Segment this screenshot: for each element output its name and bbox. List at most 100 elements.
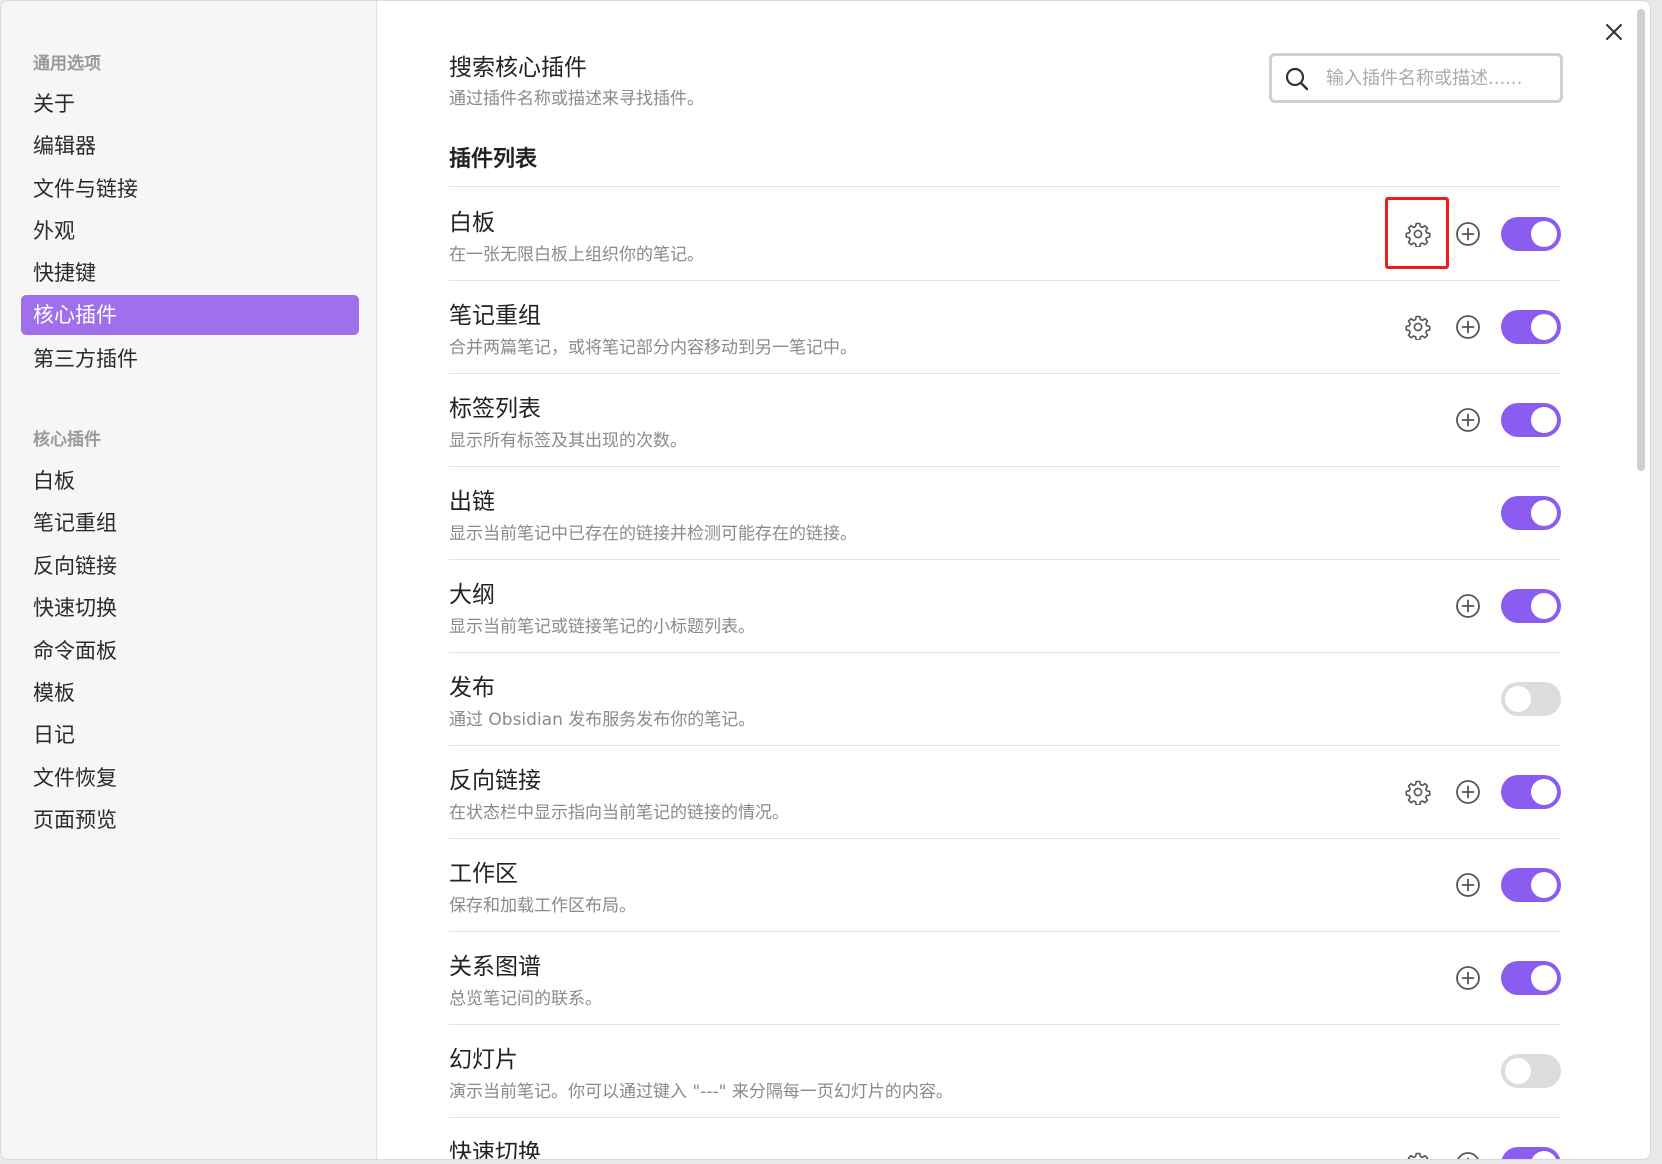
plugin-row: 出链显示当前笔记中已存在的链接并检测可能存在的链接。 <box>449 466 1561 559</box>
plugin-row: 白板在一张无限白板上组织你的笔记。 <box>449 187 1561 280</box>
sidebar-item-quick-switcher[interactable]: 快速切换 <box>21 588 359 628</box>
plugin-name: 幻灯片 <box>449 1047 518 1073</box>
plus-circle-icon <box>1456 315 1480 339</box>
plus-circle-icon <box>1457 1152 1479 1159</box>
plugin-settings-button[interactable] <box>1401 217 1435 251</box>
plugin-name: 关系图谱 <box>449 954 541 980</box>
sidebar-item-templates[interactable]: 模板 <box>21 673 359 713</box>
plugin-settings-button[interactable] <box>1401 775 1435 809</box>
plugin-hotkey-button[interactable] <box>1451 961 1485 995</box>
plugin-name: 大纲 <box>449 582 495 608</box>
plugin-row: 大纲 显示当前笔记或链接笔记的小标题列表。 <box>449 559 1561 652</box>
close-icon <box>1606 24 1622 40</box>
gear-icon <box>1407 1152 1429 1159</box>
plugin-enable-toggle[interactable] <box>1501 589 1561 623</box>
plugin-settings-button[interactable] <box>1401 1147 1435 1159</box>
plugin-enable-toggle[interactable] <box>1501 961 1561 995</box>
plugin-enable-toggle[interactable] <box>1501 403 1561 437</box>
plugin-hotkey-button[interactable] <box>1451 775 1485 809</box>
close-button[interactable] <box>1597 15 1631 49</box>
plugin-hotkey-button[interactable] <box>1451 217 1485 251</box>
search-section-description: 通过插件名称或描述来寻找插件。 <box>449 89 704 109</box>
plugin-hotkey-button[interactable] <box>1451 589 1485 623</box>
plugin-search-box[interactable] <box>1269 53 1563 103</box>
plugin-description: 显示当前笔记中已存在的链接并检测可能存在的链接。 <box>449 524 857 544</box>
settings-modal: 通用选项 关于 编辑器 文件与链接 外观 快捷键 核心插件 第三方插件 核心插件… <box>0 0 1651 1160</box>
sidebar-item-appearance[interactable]: 外观 <box>21 211 359 251</box>
plugin-hotkey-button[interactable] <box>1451 1147 1485 1159</box>
plugin-row: 笔记重组合并两篇笔记，或将笔记部分内容移动到另一笔记中。 <box>449 280 1561 373</box>
plugin-settings-button[interactable] <box>1401 310 1435 344</box>
sidebar-item-editor[interactable]: 编辑器 <box>21 126 359 166</box>
sidebar-item-about[interactable]: 关于 <box>21 84 359 124</box>
gear-icon <box>1405 315 1431 340</box>
sidebar-item-file-recovery[interactable]: 文件恢复 <box>21 758 359 798</box>
sidebar-item-core-plugins[interactable]: 核心插件 <box>21 295 359 335</box>
sidebar-item-hotkeys[interactable]: 快捷键 <box>21 253 359 293</box>
plugin-description: 合并两篇笔记，或将笔记部分内容移动到另一笔记中。 <box>449 338 857 358</box>
plugin-description: 保存和加载工作区布局。 <box>449 896 636 916</box>
plugin-row: 快速切换 <box>449 1117 1561 1160</box>
plugin-name: 反向链接 <box>449 768 541 794</box>
plugin-description: 总览笔记间的联系。 <box>449 989 602 1009</box>
plugin-enable-toggle[interactable] <box>1501 775 1561 809</box>
plugin-enable-toggle[interactable] <box>1501 496 1561 530</box>
plus-circle-icon <box>1456 966 1480 990</box>
plugin-enable-toggle[interactable] <box>1501 1054 1561 1088</box>
sidebar-item-community-plugins[interactable]: 第三方插件 <box>21 339 359 379</box>
plugin-row: 发布通过 Obsidian 发布服务发布你的笔记。 <box>449 652 1561 745</box>
sidebar-item-daily-notes[interactable]: 日记 <box>21 715 359 755</box>
toggle-knob <box>1531 221 1557 247</box>
plugin-name: 出链 <box>449 489 495 515</box>
plugin-row: 标签列表 显示所有标签及其出现的次数。 <box>449 373 1561 466</box>
plugin-name: 发布 <box>449 675 495 701</box>
plugin-row: 关系图谱总览笔记间的联系。 <box>449 931 1561 1024</box>
plugin-description: 演示当前笔记。你可以通过键入 "---" 来分隔每一页幻灯片的内容。 <box>449 1082 953 1102</box>
toggle-knob <box>1531 872 1557 898</box>
toggle-knob <box>1531 1151 1557 1159</box>
plugin-description: 在一张无限白板上组织你的笔记。 <box>449 245 704 265</box>
plus-circle-icon <box>1456 780 1480 804</box>
sidebar-item-page-preview[interactable]: 页面预览 <box>21 800 359 840</box>
plugin-enable-toggle[interactable] <box>1501 217 1561 251</box>
plus-circle-icon <box>1456 408 1480 432</box>
search-section-title: 搜索核心插件 <box>449 55 587 81</box>
plus-circle-icon <box>1456 594 1480 618</box>
plugin-row: 工作区 保存和加载工作区布局。 <box>449 838 1561 931</box>
plugin-description: 在状态栏中显示指向当前笔记的链接的情况。 <box>449 803 789 823</box>
plugin-name: 标签列表 <box>449 396 541 422</box>
plugin-name: 快速切换 <box>449 1140 541 1160</box>
plugin-enable-toggle[interactable] <box>1501 310 1561 344</box>
plugin-enable-toggle[interactable] <box>1501 682 1561 716</box>
sidebar-item-canvas[interactable]: 白板 <box>21 461 359 501</box>
toggle-knob <box>1505 1058 1531 1084</box>
plugin-search-input[interactable] <box>1326 64 1554 92</box>
sidebar-item-note-composer[interactable]: 笔记重组 <box>21 503 359 543</box>
plugin-name: 白板 <box>449 210 495 236</box>
toggle-knob <box>1531 593 1557 619</box>
sidebar-heading-core-plugins: 核心插件 <box>33 430 101 450</box>
plugin-description: 通过 Obsidian 发布服务发布你的笔记。 <box>449 710 756 730</box>
plugin-hotkey-button[interactable] <box>1451 868 1485 902</box>
sidebar-item-files-links[interactable]: 文件与链接 <box>21 169 359 209</box>
sidebar-heading-general: 通用选项 <box>33 54 101 74</box>
plus-circle-icon <box>1456 873 1480 897</box>
settings-sidebar: 通用选项 关于 编辑器 文件与链接 外观 快捷键 核心插件 第三方插件 核心插件… <box>1 1 377 1159</box>
gear-icon <box>1405 222 1431 247</box>
plugin-enable-toggle[interactable] <box>1501 868 1561 902</box>
scrollbar-thumb[interactable] <box>1637 9 1645 471</box>
sidebar-item-backlinks[interactable]: 反向链接 <box>21 546 359 586</box>
plus-circle-icon <box>1456 222 1480 246</box>
search-icon <box>1284 66 1310 96</box>
plugin-enable-toggle[interactable] <box>1501 1147 1561 1159</box>
toggle-knob <box>1531 779 1557 805</box>
plugin-hotkey-button[interactable] <box>1451 403 1485 437</box>
gear-icon <box>1405 780 1431 805</box>
plugin-list-title: 插件列表 <box>449 147 538 172</box>
plugin-row: 幻灯片演示当前笔记。你可以通过键入 "---" 来分隔每一页幻灯片的内容。 <box>449 1024 1561 1117</box>
toggle-knob <box>1505 686 1531 712</box>
plugin-hotkey-button[interactable] <box>1451 310 1485 344</box>
sidebar-item-command-palette[interactable]: 命令面板 <box>21 631 359 671</box>
toggle-knob <box>1531 314 1557 340</box>
plugin-name: 笔记重组 <box>449 303 541 329</box>
